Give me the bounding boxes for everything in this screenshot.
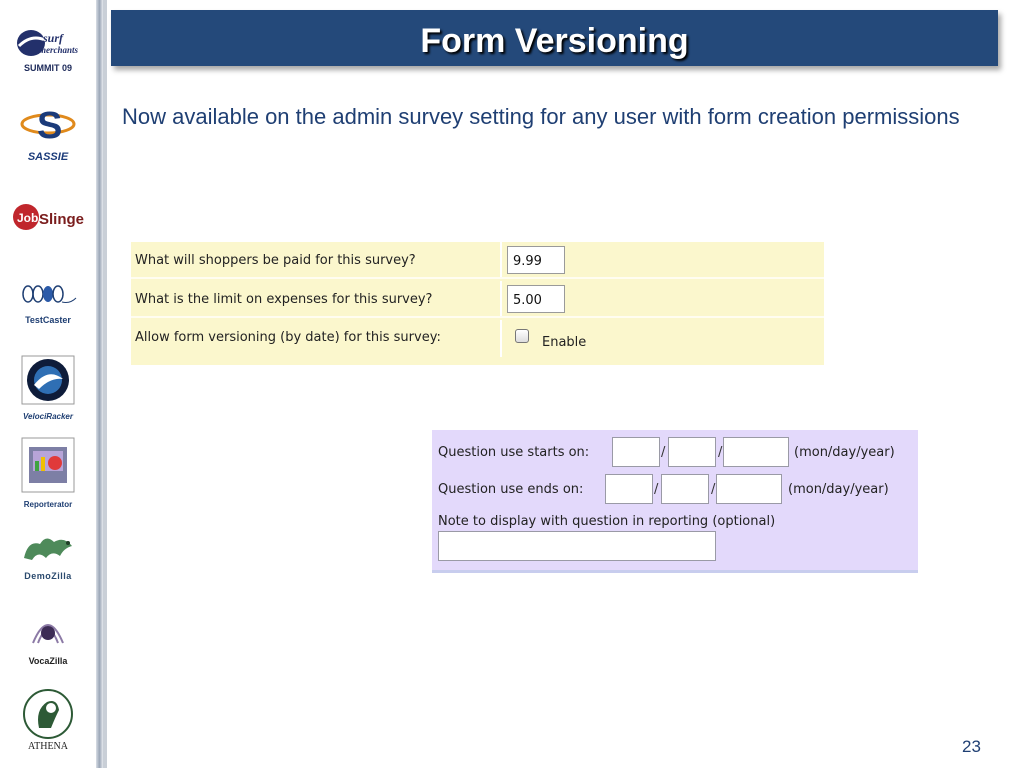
page-number: 23	[962, 737, 981, 756]
sidebar-divider	[96, 0, 103, 768]
date-separator: /	[711, 482, 716, 497]
svg-text:surf: surf	[42, 31, 64, 45]
athena-logo: ATHENA	[0, 688, 96, 752]
note-label: Note to display with question in reporti…	[438, 514, 776, 529]
logo-caption: TestCaster	[25, 315, 71, 325]
end-day-input[interactable]	[661, 474, 709, 504]
reporterator-icon	[21, 437, 75, 493]
end-month-input[interactable]	[605, 474, 653, 504]
jobslinger-icon: Job Slinger	[13, 204, 90, 230]
reporterator-logo: Reporterator	[0, 437, 96, 509]
shopper-pay-input[interactable]: 9.99	[507, 246, 565, 274]
svg-text:Slinger: Slinger	[39, 211, 84, 228]
start-date-format: (mon/day/year)	[794, 445, 895, 460]
question-versioning-panel: Question use starts on: / / (mon/day/yea…	[432, 430, 918, 573]
expense-limit-row: What is the limit on expenses for this s…	[131, 281, 824, 318]
surf-merchants-logo: surf merchants SUMMIT 09	[0, 26, 96, 73]
starts-on-label: Question use starts on:	[438, 445, 590, 460]
form-versioning-label: Allow form versioning (by date) for this…	[135, 330, 441, 345]
end-date-format: (mon/day/year)	[788, 482, 889, 497]
testcaster-icon	[22, 285, 77, 303]
vocazilla-logo: VocaZilla	[0, 613, 96, 666]
expense-limit-input[interactable]: 5.00	[507, 285, 565, 313]
logo-caption: Reporterator	[23, 500, 73, 509]
svg-text:S: S	[37, 105, 62, 144]
start-year-input[interactable]	[723, 437, 789, 467]
sassie-icon: S	[20, 105, 76, 147]
row-divider	[131, 316, 824, 318]
survey-settings-panel: What will shoppers be paid for this surv…	[131, 242, 824, 365]
logo-sidebar: surf merchants SUMMIT 09 S SASSIE Job Sl…	[0, 0, 96, 768]
title-bar: Form Versioning	[111, 10, 998, 66]
dragon-icon	[24, 538, 72, 560]
expense-limit-label: What is the limit on expenses for this s…	[135, 292, 433, 307]
surf-merchants-icon: surf merchants	[17, 30, 79, 56]
sassie-logo: S SASSIE	[0, 104, 96, 163]
enable-versioning-checkbox[interactable]	[515, 329, 529, 343]
column-divider	[500, 242, 502, 279]
ends-on-label: Question use ends on:	[438, 482, 584, 497]
vocazilla-icon	[32, 624, 64, 644]
logo-caption: SASSIE	[27, 151, 69, 163]
logo-caption: VocaZilla	[28, 656, 68, 666]
start-month-input[interactable]	[612, 437, 660, 467]
athena-icon	[23, 689, 73, 739]
velociracker-logo: VelociRacker	[0, 355, 96, 421]
svg-text:merchants: merchants	[39, 45, 79, 55]
date-separator: /	[718, 445, 723, 460]
shopper-pay-row: What will shoppers be paid for this surv…	[131, 242, 824, 279]
svg-text:Job: Job	[17, 211, 38, 225]
intro-text: Now available on the admin survey settin…	[122, 104, 960, 129]
row-divider	[131, 277, 824, 279]
slide-title: Form Versioning	[420, 22, 689, 60]
shopper-pay-label: What will shoppers be paid for this surv…	[135, 253, 416, 268]
sidebar-divider-shade	[103, 0, 107, 768]
date-separator: /	[654, 482, 659, 497]
end-year-input[interactable]	[716, 474, 782, 504]
form-versioning-row: Allow form versioning (by date) for this…	[131, 320, 824, 357]
demozilla-logo: DemoZilla	[0, 530, 96, 581]
jobslinger-logo: Job Slinger	[0, 200, 96, 239]
enable-versioning-label[interactable]: Enable	[542, 335, 586, 350]
logo-caption: DemoZilla	[24, 571, 72, 581]
column-divider	[500, 320, 502, 357]
testcaster-logo: TestCaster	[0, 282, 96, 325]
date-separator: /	[661, 445, 666, 460]
velociracker-icon	[21, 355, 75, 405]
start-day-input[interactable]	[668, 437, 716, 467]
column-divider	[500, 281, 502, 318]
logo-caption: ATHENA	[28, 741, 68, 752]
logo-caption: SUMMIT 09	[23, 63, 72, 73]
note-input[interactable]	[438, 531, 716, 561]
logo-caption: VelociRacker	[23, 412, 73, 421]
